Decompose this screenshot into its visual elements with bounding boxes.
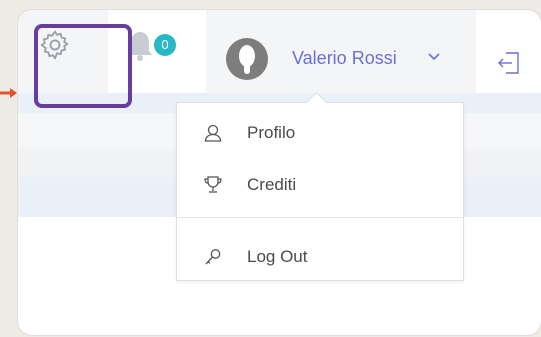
logout-icon[interactable] bbox=[496, 50, 522, 76]
menu-divider bbox=[177, 217, 463, 218]
notification-count-badge: 0 bbox=[154, 34, 176, 56]
chevron-down-icon[interactable] bbox=[428, 53, 440, 61]
trophy-icon bbox=[204, 176, 222, 193]
user-name[interactable]: Valerio Rossi bbox=[292, 48, 397, 69]
menu-item-crediti[interactable]: Crediti bbox=[177, 165, 463, 205]
avatar[interactable] bbox=[226, 38, 268, 80]
user-dropdown-menu: Profilo Crediti Log Out bbox=[176, 102, 464, 281]
menu-item-label: Profilo bbox=[247, 123, 296, 142]
highlight-box bbox=[34, 24, 132, 108]
menu-item-logout[interactable]: Log Out bbox=[177, 237, 463, 277]
menu-item-label: Crediti bbox=[247, 175, 297, 194]
key-icon bbox=[205, 249, 221, 265]
user-icon bbox=[204, 124, 222, 142]
pointer-arrow-icon bbox=[0, 88, 17, 98]
menu-item-profilo[interactable]: Profilo bbox=[177, 113, 463, 153]
menu-item-label: Log Out bbox=[247, 247, 308, 266]
avatar-silhouette-icon bbox=[239, 45, 255, 74]
